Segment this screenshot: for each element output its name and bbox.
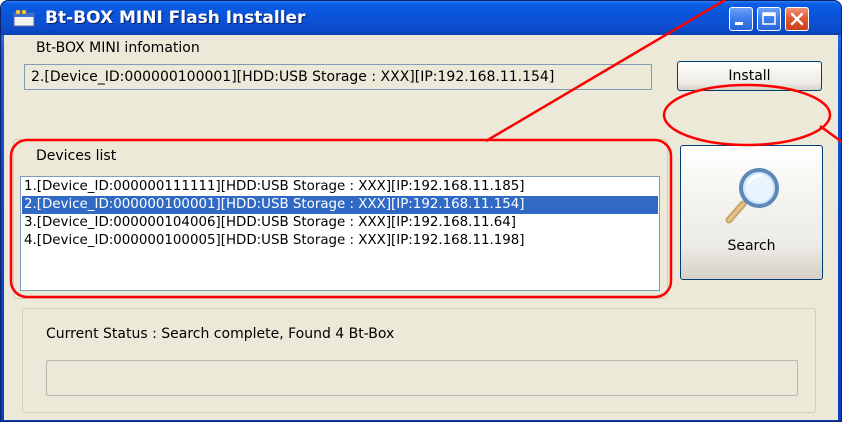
device-item[interactable]: 3.[Device_ID:000000104006][HDD:USB Stora… <box>22 214 658 232</box>
window-title: Bt-BOX MINI Flash Installer <box>45 8 306 28</box>
info-field[interactable]: 2.[Device_ID:000000100001][HDD:USB Stora… <box>24 64 652 90</box>
maximize-button[interactable] <box>757 7 781 31</box>
install-button[interactable]: Install <box>677 61 822 91</box>
app-window-icon <box>13 10 35 27</box>
device-item[interactable]: 1.[Device_ID:000000111111][HDD:USB Stora… <box>22 178 658 196</box>
title-bar[interactable]: Bt-BOX MINI Flash Installer <box>1 1 841 35</box>
device-item-selected[interactable]: 2.[Device_ID:000000100001][HDD:USB Stora… <box>22 196 658 214</box>
device-item[interactable]: 4.[Device_ID:000000100005][HDD:USB Stora… <box>22 232 658 250</box>
status-text: Current Status : Search complete, Found … <box>46 326 395 342</box>
minimize-button[interactable] <box>729 7 753 31</box>
close-icon <box>790 12 804 26</box>
search-button[interactable]: Search <box>680 145 823 280</box>
progress-bar <box>46 360 798 396</box>
devices-label: Devices list <box>36 148 117 164</box>
magnifier-icon <box>725 168 779 224</box>
close-button[interactable] <box>785 7 809 31</box>
search-label: Search <box>727 238 776 254</box>
maximize-icon <box>762 12 776 25</box>
devices-list[interactable]: 1.[Device_ID:000000111111][HDD:USB Stora… <box>20 176 660 291</box>
info-label: Bt-BOX MINI infomation <box>36 40 200 56</box>
minimize-icon <box>735 22 743 25</box>
